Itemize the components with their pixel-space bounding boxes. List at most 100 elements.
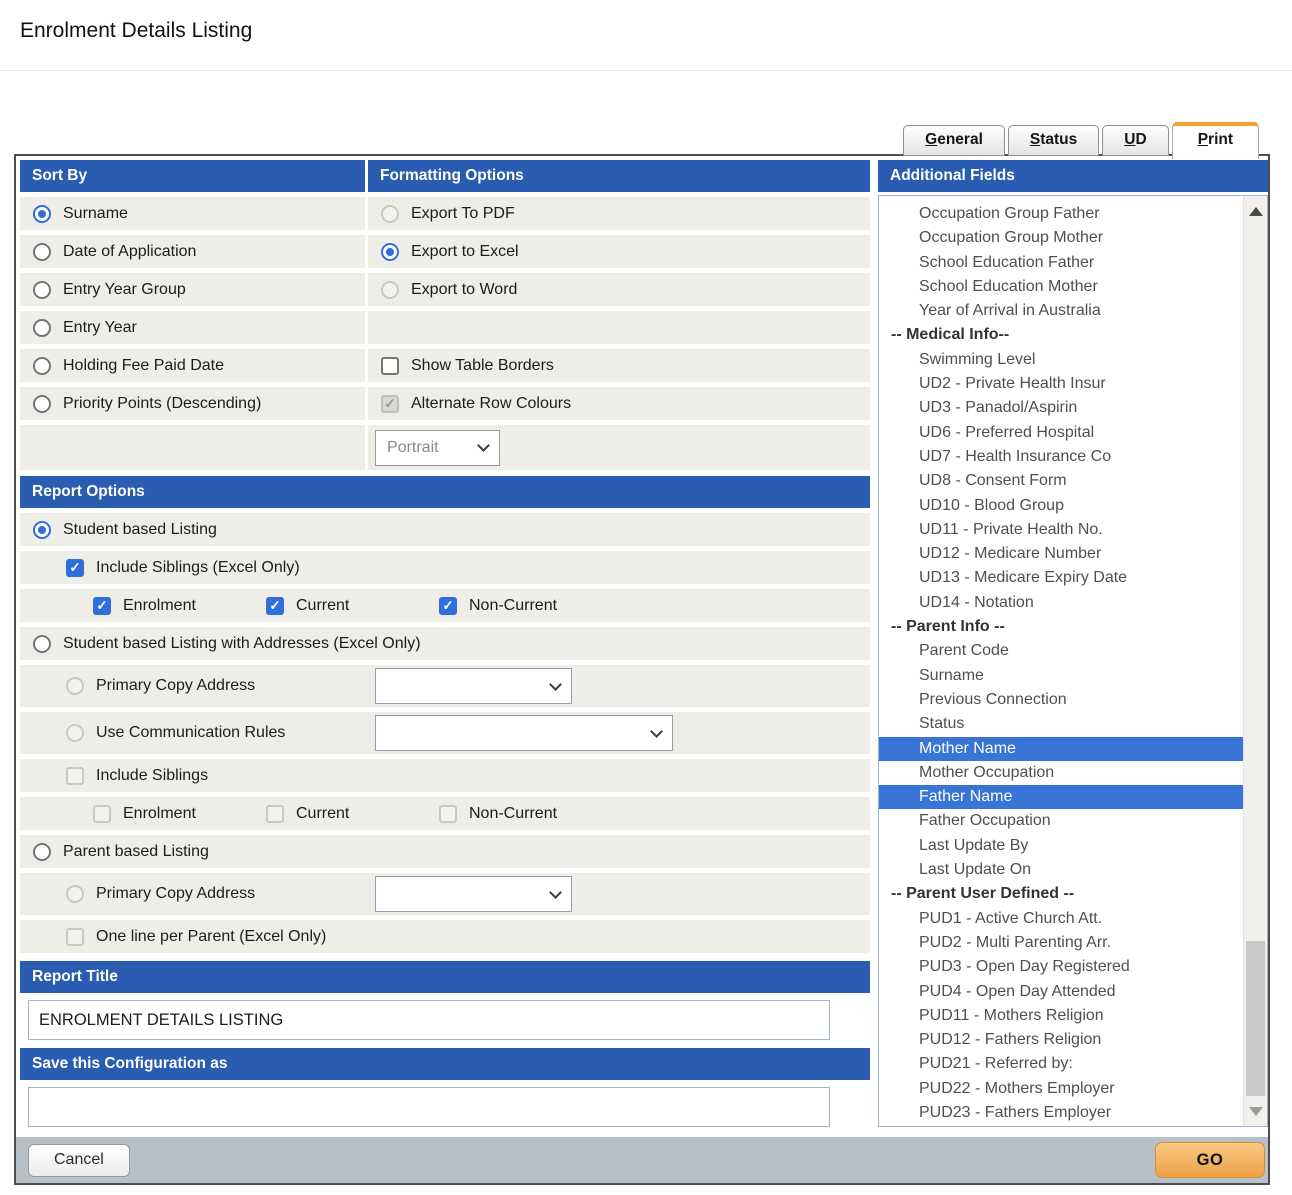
sort-option-label: Priority Points (Descending) xyxy=(63,395,261,413)
list-item[interactable]: PUD11 - Mothers Religion xyxy=(879,1004,1243,1028)
list-item[interactable]: UD10 - Blood Group xyxy=(879,494,1243,518)
list-item[interactable]: PUD21 - Referred by: xyxy=(879,1052,1243,1076)
list-item[interactable]: Father Occupation xyxy=(879,809,1243,833)
list-item[interactable]: Previous Connection xyxy=(879,688,1243,712)
enrolment-checkbox[interactable] xyxy=(93,597,111,615)
student-with-addresses-row: Student based Listing with Addresses (Ex… xyxy=(20,627,870,660)
list-item[interactable]: PUD12 - Fathers Religion xyxy=(879,1028,1243,1052)
scroll-down-button[interactable] xyxy=(1244,1100,1267,1122)
sort-option-row: Entry Year Group xyxy=(20,273,365,306)
sort-option-radio[interactable] xyxy=(33,243,51,261)
siblings-flags-row: Enrolment Current Non-Current xyxy=(20,589,870,622)
siblings-flags-disabled-row: Enrolment Current Non-Current xyxy=(20,797,870,830)
sort-option-radio[interactable] xyxy=(33,281,51,299)
tab-general[interactable]: General xyxy=(903,125,1005,156)
scrollbar-thumb[interactable] xyxy=(1246,941,1265,1096)
export-excel-radio[interactable] xyxy=(381,243,399,261)
primary-copy-address-radio[interactable] xyxy=(66,677,84,695)
list-item[interactable]: UD3 - Panadol/Aspirin xyxy=(879,396,1243,420)
enrolment-label: Enrolment xyxy=(123,597,196,615)
list-item[interactable]: UD6 - Preferred Hospital xyxy=(879,421,1243,445)
list-item[interactable]: UD14 - Notation xyxy=(879,591,1243,615)
use-communication-rules-radio[interactable] xyxy=(66,724,84,742)
student-listing-radio[interactable] xyxy=(33,521,51,539)
primary-copy-address-label: Primary Copy Address xyxy=(96,677,255,695)
list-item[interactable]: School Education Father xyxy=(879,251,1243,275)
tab-status[interactable]: Status xyxy=(1008,125,1099,156)
list-item[interactable]: Year of Arrival in Australia xyxy=(879,299,1243,323)
include-siblings-checkbox[interactable] xyxy=(66,767,84,785)
list-item[interactable]: Occupation Group Mother xyxy=(879,226,1243,250)
list-item[interactable]: UD13 - Medicare Expiry Date xyxy=(879,566,1243,590)
orientation-row: Portrait xyxy=(368,425,870,470)
list-item[interactable]: UD8 - Consent Form xyxy=(879,469,1243,493)
export-word-radio[interactable] xyxy=(381,281,399,299)
tab-bar: General Status UD Print xyxy=(903,122,1259,156)
go-button[interactable]: GO xyxy=(1155,1142,1265,1178)
non-current-checkbox[interactable] xyxy=(439,597,457,615)
additional-fields-listbox: Occupation Group FatherOccupation Group … xyxy=(878,195,1268,1127)
list-item[interactable]: School Education Mother xyxy=(879,275,1243,299)
list-item[interactable]: PUD1 - Active Church Att. xyxy=(879,907,1243,931)
export-word-label: Export to Word xyxy=(411,281,517,299)
sort-option-radio[interactable] xyxy=(33,395,51,413)
export-excel-row: Export to Excel xyxy=(368,235,870,268)
export-pdf-radio[interactable] xyxy=(381,205,399,223)
list-item[interactable]: PUD23 - Fathers Employer xyxy=(879,1101,1243,1125)
listbox-scrollbar[interactable] xyxy=(1243,196,1267,1126)
list-item[interactable]: Last Update On xyxy=(879,858,1243,882)
export-excel-label: Export to Excel xyxy=(411,243,519,261)
list-group-header[interactable]: -- Medical Info-- xyxy=(879,323,1243,347)
non-current-checkbox-disabled[interactable] xyxy=(439,805,457,823)
list-item[interactable]: Parent Code xyxy=(879,639,1243,663)
list-item[interactable]: Mother Occupation xyxy=(879,761,1243,785)
list-item[interactable]: UD12 - Medicare Number xyxy=(879,542,1243,566)
current-checkbox-disabled[interactable] xyxy=(266,805,284,823)
list-item[interactable]: UD7 - Health Insurance Co xyxy=(879,445,1243,469)
primary-copy-address-select[interactable] xyxy=(375,668,572,704)
parent-listing-label: Parent based Listing xyxy=(63,843,209,861)
list-item[interactable]: Occupation Group Father xyxy=(879,202,1243,226)
cancel-button[interactable]: Cancel xyxy=(28,1144,130,1177)
save-configuration-input[interactable] xyxy=(28,1087,830,1127)
sort-option-label: Holding Fee Paid Date xyxy=(63,357,224,375)
list-item[interactable]: Surname xyxy=(879,664,1243,688)
parent-listing-radio[interactable] xyxy=(33,843,51,861)
orientation-select[interactable]: Portrait xyxy=(375,430,500,466)
export-pdf-label: Export To PDF xyxy=(411,205,515,223)
list-item[interactable]: PUD2 - Multi Parenting Arr. xyxy=(879,931,1243,955)
current-checkbox[interactable] xyxy=(266,597,284,615)
list-item[interactable]: Swimming Level xyxy=(879,348,1243,372)
list-item[interactable]: PUD22 - Mothers Employer xyxy=(879,1077,1243,1101)
sort-option-radio[interactable] xyxy=(33,205,51,223)
list-group-header[interactable]: -- Parent User Defined -- xyxy=(879,882,1243,906)
list-item[interactable]: UD2 - Private Health Insur xyxy=(879,372,1243,396)
show-table-borders-checkbox[interactable] xyxy=(381,357,399,375)
list-item[interactable]: Mother Name xyxy=(879,737,1243,761)
list-item[interactable]: Status xyxy=(879,712,1243,736)
student-with-addresses-radio[interactable] xyxy=(33,635,51,653)
list-item[interactable]: Father Name xyxy=(879,785,1243,809)
enrolment-label: Enrolment xyxy=(123,805,196,823)
enrolment-checkbox-disabled[interactable] xyxy=(93,805,111,823)
report-title-input[interactable] xyxy=(28,1000,830,1040)
one-line-per-parent-checkbox[interactable] xyxy=(66,928,84,946)
alternate-row-colours-checkbox[interactable] xyxy=(381,395,399,413)
parent-primary-copy-address-select[interactable] xyxy=(375,876,572,912)
sort-option-radio[interactable] xyxy=(33,357,51,375)
list-item[interactable]: PUD4 - Open Day Attended xyxy=(879,980,1243,1004)
list-item[interactable]: PUD3 - Open Day Registered xyxy=(879,955,1243,979)
list-item[interactable]: Last Update By xyxy=(879,834,1243,858)
sort-option-label: Date of Application xyxy=(63,243,196,261)
tab-print[interactable]: Print xyxy=(1172,122,1259,159)
use-communication-rules-select[interactable] xyxy=(375,715,673,751)
include-siblings-excel-checkbox[interactable] xyxy=(66,559,84,577)
parent-primary-copy-address-radio[interactable] xyxy=(66,885,84,903)
tab-ud[interactable]: UD xyxy=(1102,125,1168,156)
chevron-down-icon xyxy=(549,886,562,899)
student-listing-label: Student based Listing xyxy=(63,521,217,539)
list-group-header[interactable]: -- Parent Info -- xyxy=(879,615,1243,639)
sort-option-radio[interactable] xyxy=(33,319,51,337)
scroll-up-button[interactable] xyxy=(1244,200,1267,222)
list-item[interactable]: UD11 - Private Health No. xyxy=(879,518,1243,542)
